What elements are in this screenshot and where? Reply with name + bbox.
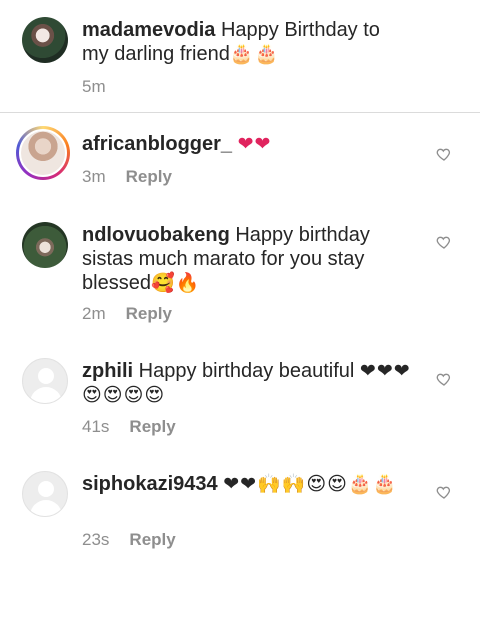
comment-time: 23s [82, 530, 110, 549]
caption-text: madamevodia Happy Birthday to my darling… [82, 18, 412, 66]
heart-outline-icon[interactable] [436, 371, 452, 387]
caption-avatar[interactable] [22, 17, 68, 63]
comment-time: 2m [82, 304, 106, 323]
comment-emoji: ❤❤ [237, 133, 272, 155]
comment-emoji: 🥰🔥 [150, 272, 201, 294]
comment-time: 3m [82, 167, 106, 186]
reply-button[interactable]: Reply [129, 530, 175, 549]
avatar-body-shape [30, 387, 62, 403]
comment-meta: 3m Reply [82, 167, 172, 187]
avatar-head-shape [38, 368, 54, 384]
caption-emoji: 🎂🎂 [229, 43, 280, 65]
comment-meta: 2m Reply [82, 304, 172, 324]
comment-meta: 41s Reply [82, 417, 176, 437]
heart-outline-icon[interactable] [436, 484, 452, 500]
comment-time: 41s [82, 417, 110, 436]
comment-username[interactable]: zphili [82, 360, 133, 382]
caption-time: 5m [82, 77, 106, 96]
caption-username[interactable]: madamevodia [82, 19, 215, 41]
comment-avatar-default[interactable] [22, 358, 68, 404]
caption: madamevodia Happy Birthday to my darling… [0, 0, 480, 112]
comment-avatar-default[interactable] [22, 471, 68, 517]
heart-outline-icon[interactable] [436, 146, 452, 162]
reply-button[interactable]: Reply [126, 304, 172, 323]
comment-text: zphili Happy birthday beautiful ❤❤❤😍😍😍😍 [82, 359, 412, 407]
comment-avatar-story[interactable] [16, 126, 70, 180]
avatar-image [19, 129, 67, 177]
reply-button[interactable]: Reply [126, 167, 172, 186]
comment-text: siphokazi9434 ❤❤🙌🙌😍😍🎂🎂 [82, 472, 412, 496]
comment-text: africanblogger_ ❤❤ [82, 132, 412, 156]
comment-username[interactable]: africanblogger_ [82, 133, 232, 155]
comment-username[interactable]: ndlovuobakeng [82, 224, 230, 246]
divider [0, 112, 480, 113]
heart-outline-icon[interactable] [436, 234, 452, 250]
avatar-head-shape [38, 481, 54, 497]
comment-text: ndlovuobakeng Happy birthday sistas much… [82, 223, 412, 295]
comment-emoji: ❤❤🙌🙌😍😍🎂🎂 [223, 473, 398, 495]
avatar-body-shape [30, 500, 62, 516]
comment-meta: 23s Reply [82, 530, 176, 550]
caption-meta: 5m [82, 77, 106, 97]
comment-username[interactable]: siphokazi9434 [82, 473, 218, 495]
comment-avatar[interactable] [22, 222, 68, 268]
comment-body: Happy birthday beautiful [133, 360, 360, 382]
reply-button[interactable]: Reply [129, 417, 175, 436]
